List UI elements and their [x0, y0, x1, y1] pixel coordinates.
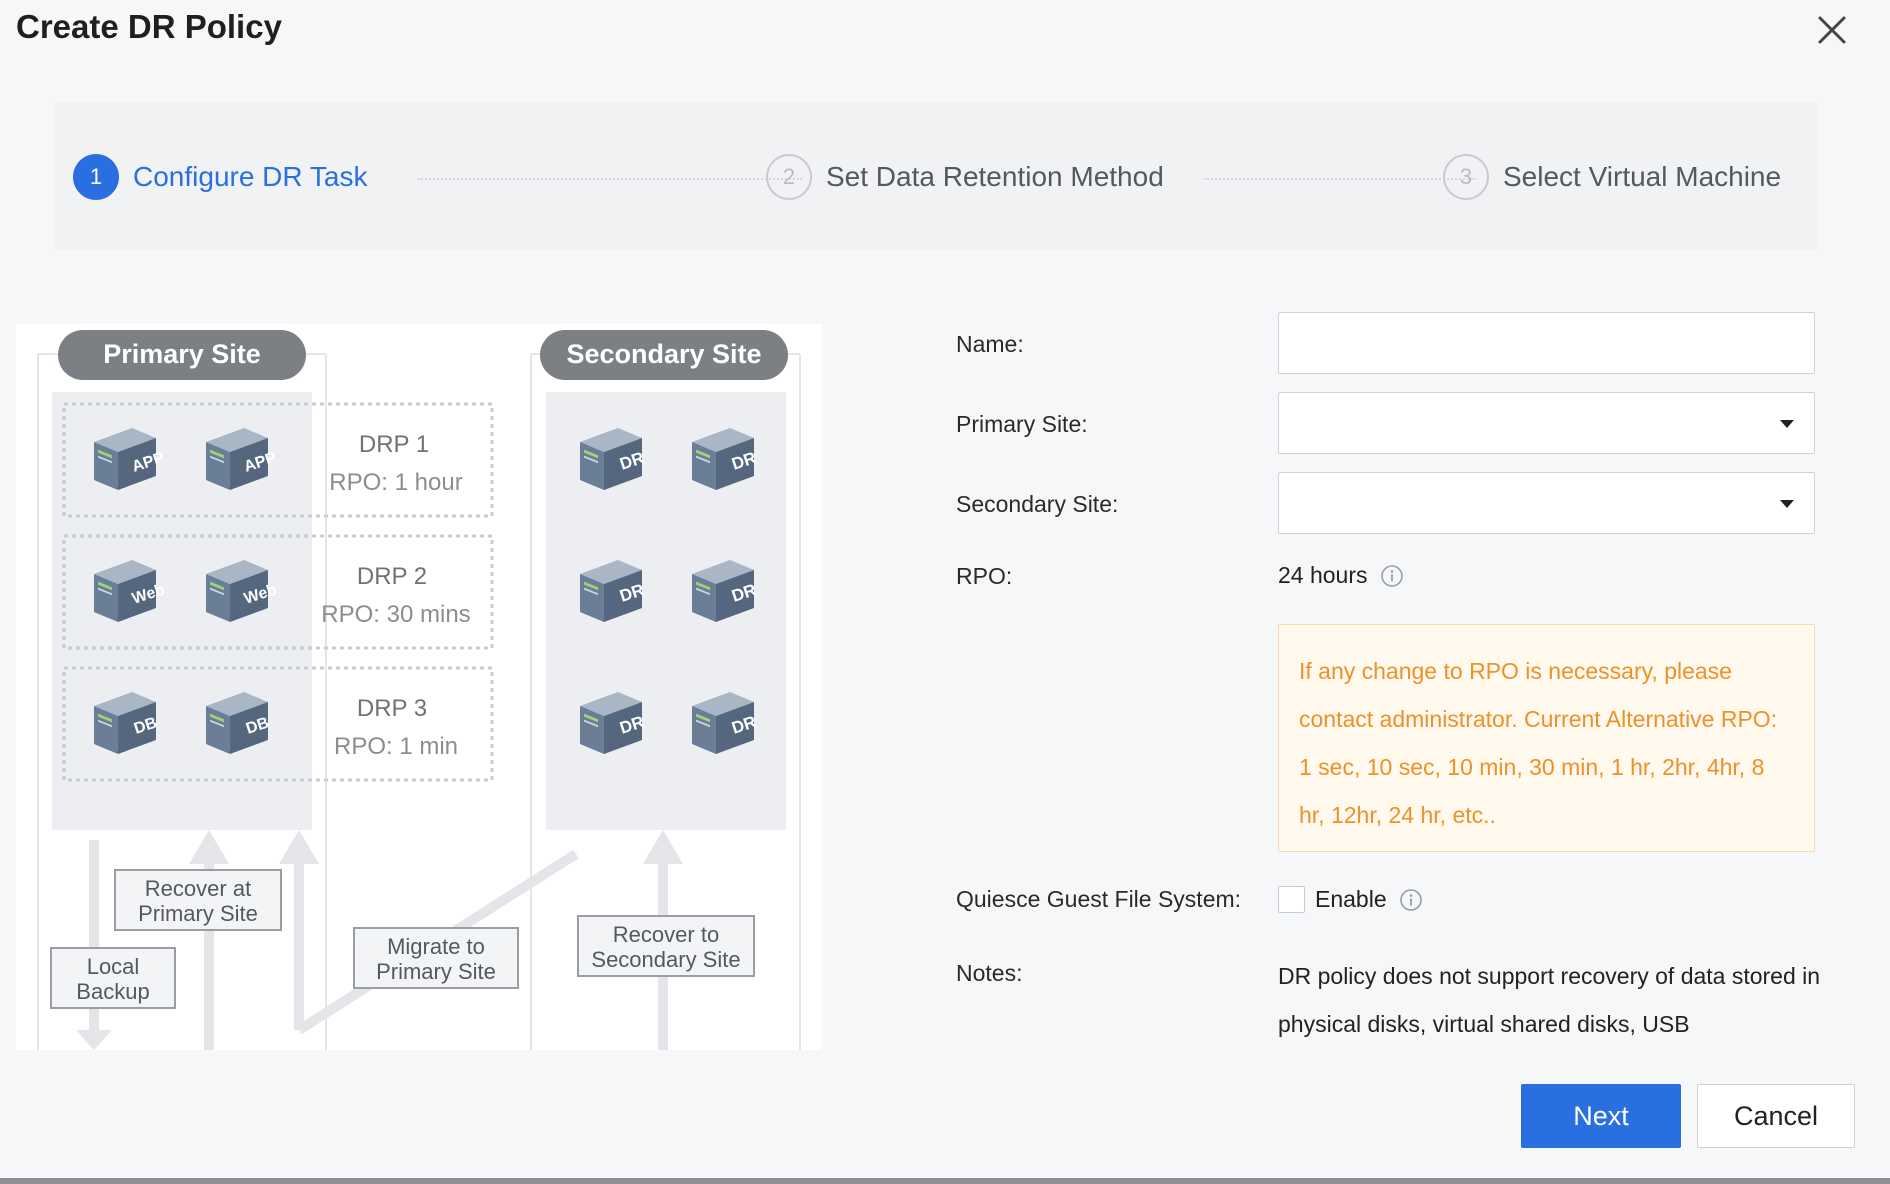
- svg-text:Recover to: Recover to: [613, 922, 719, 947]
- cancel-button[interactable]: Cancel: [1697, 1084, 1855, 1148]
- step-select-vm[interactable]: 3 Select Virtual Machine: [1443, 154, 1781, 200]
- step-configure-dr-task[interactable]: 1 Configure DR Task: [73, 154, 367, 200]
- step-number: 3: [1443, 154, 1489, 200]
- step-label: Select Virtual Machine: [1503, 161, 1782, 192]
- dr-architecture-diagram: Primary Site Secondary Site APP APP Web …: [16, 324, 822, 1050]
- quiesce-option: Enable: [1278, 886, 1423, 913]
- secondary-site-label: Secondary Site:: [956, 491, 1119, 517]
- secondary-site-select[interactable]: [1278, 472, 1815, 534]
- notes-text: DR policy does not support recovery of d…: [1278, 963, 1821, 1037]
- drp-name: DRP 3: [357, 695, 427, 722]
- rpo-warning-box: If any change to RPO is necessary, pleas…: [1278, 624, 1815, 852]
- svg-text:Migrate to: Migrate to: [387, 934, 485, 959]
- wizard-steps: 1 Configure DR Task 2 Set Data Retention…: [54, 102, 1818, 250]
- primary-site-label: Primary Site: [103, 339, 261, 369]
- svg-text:Primary Site: Primary Site: [138, 901, 258, 926]
- next-button[interactable]: Next: [1521, 1084, 1681, 1148]
- drp-name: DRP 2: [357, 563, 427, 590]
- quiesce-label: Quiesce Guest File System:: [956, 886, 1242, 912]
- recover-at-primary-label: Recover at Primary Site: [114, 869, 282, 931]
- step-label: Configure DR Task: [133, 161, 368, 192]
- step-set-data-retention[interactable]: 2 Set Data Retention Method: [766, 154, 1164, 200]
- step-label: Set Data Retention Method: [826, 161, 1164, 192]
- drp-rpo: RPO: 30 mins: [321, 601, 470, 628]
- enable-checkbox[interactable]: [1278, 886, 1305, 913]
- recover-to-secondary-label: Recover to Secondary Site: [577, 915, 755, 977]
- secondary-site-pill: Secondary Site: [540, 330, 788, 380]
- step-number: 2: [766, 154, 812, 200]
- svg-text:Primary Site: Primary Site: [376, 959, 496, 984]
- drp-rpo: RPO: 1 hour: [329, 469, 462, 496]
- info-icon[interactable]: [1399, 888, 1423, 912]
- local-backup-label: Local Backup: [50, 947, 176, 1009]
- rpo-value-row: 24 hours: [1278, 562, 1404, 589]
- enable-label[interactable]: Enable: [1315, 886, 1387, 913]
- primary-site-label: Primary Site:: [956, 411, 1088, 437]
- svg-text:Secondary Site: Secondary Site: [591, 947, 740, 972]
- close-icon[interactable]: [1812, 10, 1852, 50]
- svg-text:Local: Local: [87, 954, 140, 979]
- caret-down-icon: [1780, 420, 1794, 428]
- step-connector: [418, 178, 802, 180]
- name-input[interactable]: [1278, 312, 1815, 374]
- migrate-to-primary-label: Migrate to Primary Site: [353, 927, 519, 989]
- svg-text:Recover at: Recover at: [145, 876, 251, 901]
- dialog-title: Create DR Policy: [16, 8, 282, 45]
- name-label: Name:: [956, 331, 1024, 357]
- secondary-site-label: Secondary Site: [566, 339, 761, 369]
- step-connector: [1204, 178, 1476, 180]
- step-number: 1: [73, 154, 119, 200]
- primary-site-select[interactable]: [1278, 392, 1815, 454]
- svg-text:Backup: Backup: [76, 979, 149, 1004]
- rpo-value: 24 hours: [1278, 562, 1368, 588]
- window-bottom-edge: [0, 1178, 1890, 1184]
- info-icon[interactable]: [1380, 564, 1404, 588]
- primary-site-pill: Primary Site: [58, 330, 306, 380]
- create-dr-policy-dialog: Create DR Policy 1 Configure DR Task 2 S…: [0, 0, 1890, 1178]
- drp-name: DRP 1: [359, 431, 429, 458]
- notes-label: Notes:: [956, 960, 1023, 986]
- caret-down-icon: [1780, 500, 1794, 508]
- drp-rpo: RPO: 1 min: [334, 733, 458, 760]
- rpo-label: RPO:: [956, 563, 1013, 589]
